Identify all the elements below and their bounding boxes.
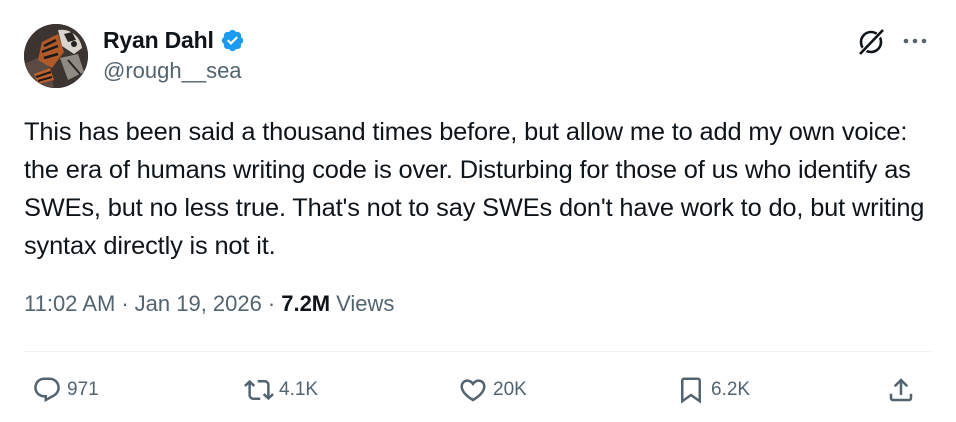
avatar[interactable] [24,24,88,88]
verified-badge-icon [221,29,243,51]
heart-icon [460,379,486,402]
like-button[interactable]: 20K [458,370,527,410]
bookmark-button[interactable]: 6.2K [676,370,750,410]
reply-button[interactable]: 971 [32,370,99,410]
reply-icon [34,377,60,403]
tweet-timestamp[interactable]: 11:02 AM · Jan 19, 2026 [24,291,262,317]
divider [24,351,932,352]
avatar-image [24,24,88,88]
like-count: 20K [493,379,527,400]
repost-count: 4.1K [279,379,319,400]
bookmark-count: 6.2K [711,379,751,400]
tweet-card: Ryan Dahl @rough__sea This has been said… [0,0,956,422]
name-row: Ryan Dahl [103,26,245,54]
views-label: Views [336,291,395,316]
more-icon[interactable] [900,30,930,52]
share-icon [889,378,913,402]
repost-icon [244,379,274,401]
bookmark-icon [681,377,701,404]
tweet-time: 11:02 AM [24,291,116,316]
tweet-metadata: 11:02 AM · Jan 19, 2026 · 7.2M Views [24,291,394,317]
meta-separator: · [267,291,276,316]
user-handle[interactable]: @rough__sea [103,58,242,84]
display-name[interactable]: Ryan Dahl [103,27,214,54]
views-count: 7.2M [281,291,331,316]
action-bar: 971 4.1K 20K 6.2K [24,370,932,410]
tweet-text: This has been said a thousand times befo… [24,118,925,260]
grok-icon[interactable] [855,26,887,58]
meta-separator: · [121,291,129,316]
share-button[interactable] [886,370,916,410]
reply-count: 971 [67,379,99,400]
repost-button[interactable]: 4.1K [244,370,318,410]
tweet-date: Jan 19, 2026 [134,291,262,316]
